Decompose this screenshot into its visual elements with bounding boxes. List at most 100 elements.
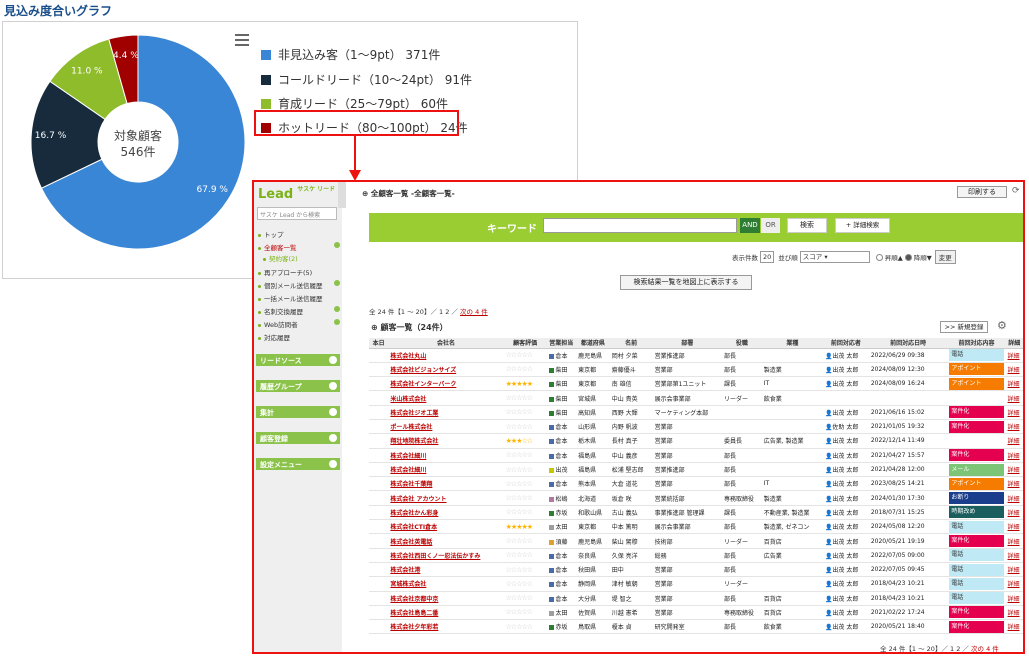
detail-link[interactable]: 詳細 [1005,490,1023,506]
detail-link[interactable]: 詳細 [1005,605,1023,621]
table-row[interactable]: ポール株式会社 ☆☆☆☆☆ 倉本 山形県 内野 帆波 営業部 👤佐助 太郎 2021/01/0… [369,419,1023,435]
sidebar-item[interactable]: 契約客(2) [263,253,298,263]
company-link[interactable]: 株式会社港 [388,562,504,578]
table-row[interactable]: 株式会社ビジョンサイズ ☆☆☆☆☆ 柴田 東京都 齋藤優斗 営業部 部長 製造業 👤出茂 太郎 2… [369,362,1023,378]
company-link[interactable]: 米山株式会社 [388,390,504,406]
table-row[interactable]: 株式会社英電話 ☆☆☆☆☆ 須藤 鹿児島県 柴山 駕穆 技術部 リーダー 百貨店 👤出茂 太郎 2… [369,533,1023,549]
and-toggle[interactable]: AND [740,218,760,233]
detail-link[interactable]: 詳細 [1005,462,1023,478]
detail-link[interactable]: 詳細 [1005,362,1023,378]
company-link[interactable]: 株式会社西田くノ一忍法伝かすみ [388,548,504,563]
chart-menu-icon[interactable] [235,34,249,46]
column-header[interactable]: 前回対応日時 [868,338,948,349]
column-header[interactable]: 役職 [721,338,762,349]
sidebar-item[interactable]: 個別メール送信履歴 [258,280,323,290]
expand-icon[interactable] [334,242,340,248]
per-page-input[interactable]: 20 [760,251,775,263]
table-row[interactable]: 株式会社夕年彩若 ☆☆☆☆☆ 赤坂 鳥取県 榎本 貞研究開発室 部長 飲食業 👤出茂 太郎 20… [369,619,1023,635]
column-header[interactable]: 会社名 [388,338,504,349]
expand-icon[interactable] [334,319,340,325]
detail-link[interactable]: 詳細 [1005,562,1023,578]
detail-link[interactable]: 詳細 [1005,505,1023,521]
expand-icon[interactable] [329,460,337,468]
table-row[interactable]: 株式会社かん彩身 ☆☆☆☆☆ 赤坂 和歌山県 古山 義弘 事業推進部 管理課 課長 不動産業,… [369,505,1023,521]
company-link[interactable]: 株式会社かん彩身 [388,505,504,521]
detail-link[interactable]: 詳細 [1005,548,1023,563]
table-row[interactable]: 翔壮地院株式会社 ★★★☆☆ 倉本 栃木県 長村 真子 営業部 委員長 広告業, 製造業 👤出茂… [369,433,1023,449]
column-header[interactable]: 営業担当 [546,338,577,349]
sidebar-item[interactable]: Web訪問者 [258,319,298,329]
sidebar-group[interactable]: 履歴グループ [256,380,340,392]
change-button[interactable]: 変更 [934,250,956,264]
sidebar-search-input[interactable]: サスケ Lead から検索 [257,207,337,220]
column-header[interactable]: 業種 [761,338,823,349]
company-link[interactable]: 株式会社丸山 [388,348,504,363]
sidebar-item[interactable]: 再アプローチ(5) [258,267,312,277]
table-row[interactable]: 米山株式会社 ☆☆☆☆☆ 柴田 宮城県 中山 貴英 展示会事業部 リーダー 飲食業 詳細 [369,390,1023,406]
column-header[interactable]: 詳細 [1005,338,1023,349]
detail-link[interactable]: 詳細 [1005,591,1023,606]
column-header[interactable]: 前回対応内容 [947,338,1006,349]
table-row[interactable]: 株式会社細川 ☆☆☆☆☆ 出茂 福島県 松浦 堅志郎 営業推進部 部長 👤出茂 太郎 2021/… [369,462,1023,478]
company-link[interactable]: 株式会社京都中京 [388,591,504,606]
advanced-search-button[interactable]: + 詳細検索 [835,218,890,233]
desc-radio[interactable] [904,253,912,261]
sidebar-item[interactable]: トップ [258,229,284,239]
company-link[interactable]: 株式会社CTI倉本 [388,519,504,535]
detail-link[interactable]: 詳細 [1005,476,1023,492]
company-link[interactable]: 翔壮地院株式会社 [388,433,504,449]
table-row[interactable]: 株式会社ジオ工業 ☆☆☆☆☆ 柴田 高知県 西野 大輝 マーケティング本部 👤出茂 太郎 20… [369,405,1023,420]
or-toggle[interactable]: OR [761,218,780,233]
sidebar-collapse-handle[interactable] [338,182,346,208]
detail-link[interactable]: 詳細 [1005,376,1023,392]
company-link[interactable]: 株式会社ジオ工業 [388,405,504,420]
table-row[interactable]: 株式会社CTI倉本 ★★★★★ 太田 東京都 中本 篤明 展示会事業部 部長 製造業, ゼネコ… [369,519,1023,535]
app-logo[interactable]: Lead サスケ リード [258,187,335,203]
sidebar-group[interactable]: リードソース [256,354,340,366]
company-link[interactable]: ポール株式会社 [388,419,504,435]
legend-item[interactable]: 非見込み客（1～9pt） 371件 [261,46,440,63]
detail-link[interactable]: 詳細 [1005,405,1023,420]
footer-next-link[interactable]: 次の 4 件 [971,645,999,652]
sidebar-item[interactable]: 対応履歴 [258,332,290,342]
column-header[interactable]: 名前 [609,338,653,349]
map-view-button[interactable]: 検索結果一覧を地図上に表示する [620,275,752,290]
column-header[interactable]: 顧客評価 [503,338,547,349]
sidebar-group[interactable]: 集計 [256,406,340,418]
company-link[interactable]: 株式会社英電話 [388,533,504,549]
detail-link[interactable]: 詳細 [1005,348,1023,363]
detail-link[interactable]: 詳細 [1005,390,1023,406]
company-link[interactable]: 株式会社夕年彩若 [388,619,504,635]
column-header[interactable]: 都道府県 [576,338,610,349]
detail-link[interactable]: 詳細 [1005,533,1023,549]
table-row[interactable]: 株式会社港 ☆☆☆☆☆ 倉本 秋田県 田中 営業部 部長 👤出茂 太郎 2022/07/05 0… [369,562,1023,578]
company-link[interactable]: 株式会社細川 [388,448,504,463]
table-row[interactable]: 株式会社インターバーク ★★★★★ 柴田 東京都南 雄信 営業部第1ユニット 課長 IT 👤出… [369,376,1023,392]
company-link[interactable]: 株式会社 アカウント [388,490,504,506]
sidebar-item[interactable]: 一括メール送信履歴 [258,293,323,303]
legend-item[interactable]: コールドリード（10～24pt） 91件 [261,71,472,88]
sidebar-group[interactable]: 顧客登録 [256,432,340,444]
sidebar-group[interactable]: 設定メニュー [256,458,340,470]
table-row[interactable]: 宮城株式会社 ☆☆☆☆☆ 倉本 静岡県 津村 敏朝 営業部 リーダー 👤出茂 太郎 2018/0… [369,576,1023,592]
expand-icon[interactable] [329,382,337,390]
column-header[interactable]: 部署 [652,338,722,349]
sort-select[interactable]: スコア ▾ [799,251,870,263]
table-row[interactable]: 株式会社細川 ☆☆☆☆☆ 倉本 福島県 中山 義彦 営業部 部長 👤出茂 太郎 2021/04/… [369,448,1023,463]
company-link[interactable]: 宮城株式会社 [388,576,504,592]
next-page-link[interactable]: 次の 4 件 [460,308,488,316]
table-row[interactable]: 株式会社千葉翔 ☆☆☆☆☆ 倉本 熊本県 大倉 道花 営業部 部長 IT 👤出茂 太郎 2023/… [369,476,1023,492]
table-row[interactable]: 株式会社 アカウント ☆☆☆☆☆ 松嶋 北海道 坂倉 咲営業統括部 専務取締役 製造業 👤出茂… [369,490,1023,506]
detail-link[interactable]: 詳細 [1005,519,1023,535]
gear-icon[interactable]: ⚙ [997,319,1007,332]
expand-icon[interactable] [329,356,337,364]
company-link[interactable]: 株式会社島島二番 [388,605,504,621]
detail-link[interactable]: 詳細 [1005,619,1023,635]
keyword-input[interactable] [543,218,737,233]
asc-radio[interactable] [875,253,883,261]
table-row[interactable]: 株式会社西田くノ一忍法伝かすみ ☆☆☆☆☆ 倉本 奈良県 久保 亮洋 総務 部長 広告業 👤出茂… [369,548,1023,563]
company-link[interactable]: 株式会社千葉翔 [388,476,504,492]
expand-icon[interactable] [329,408,337,416]
refresh-icon[interactable]: ⟳ [1012,186,1020,196]
company-link[interactable]: 株式会社インターバーク [388,376,504,392]
